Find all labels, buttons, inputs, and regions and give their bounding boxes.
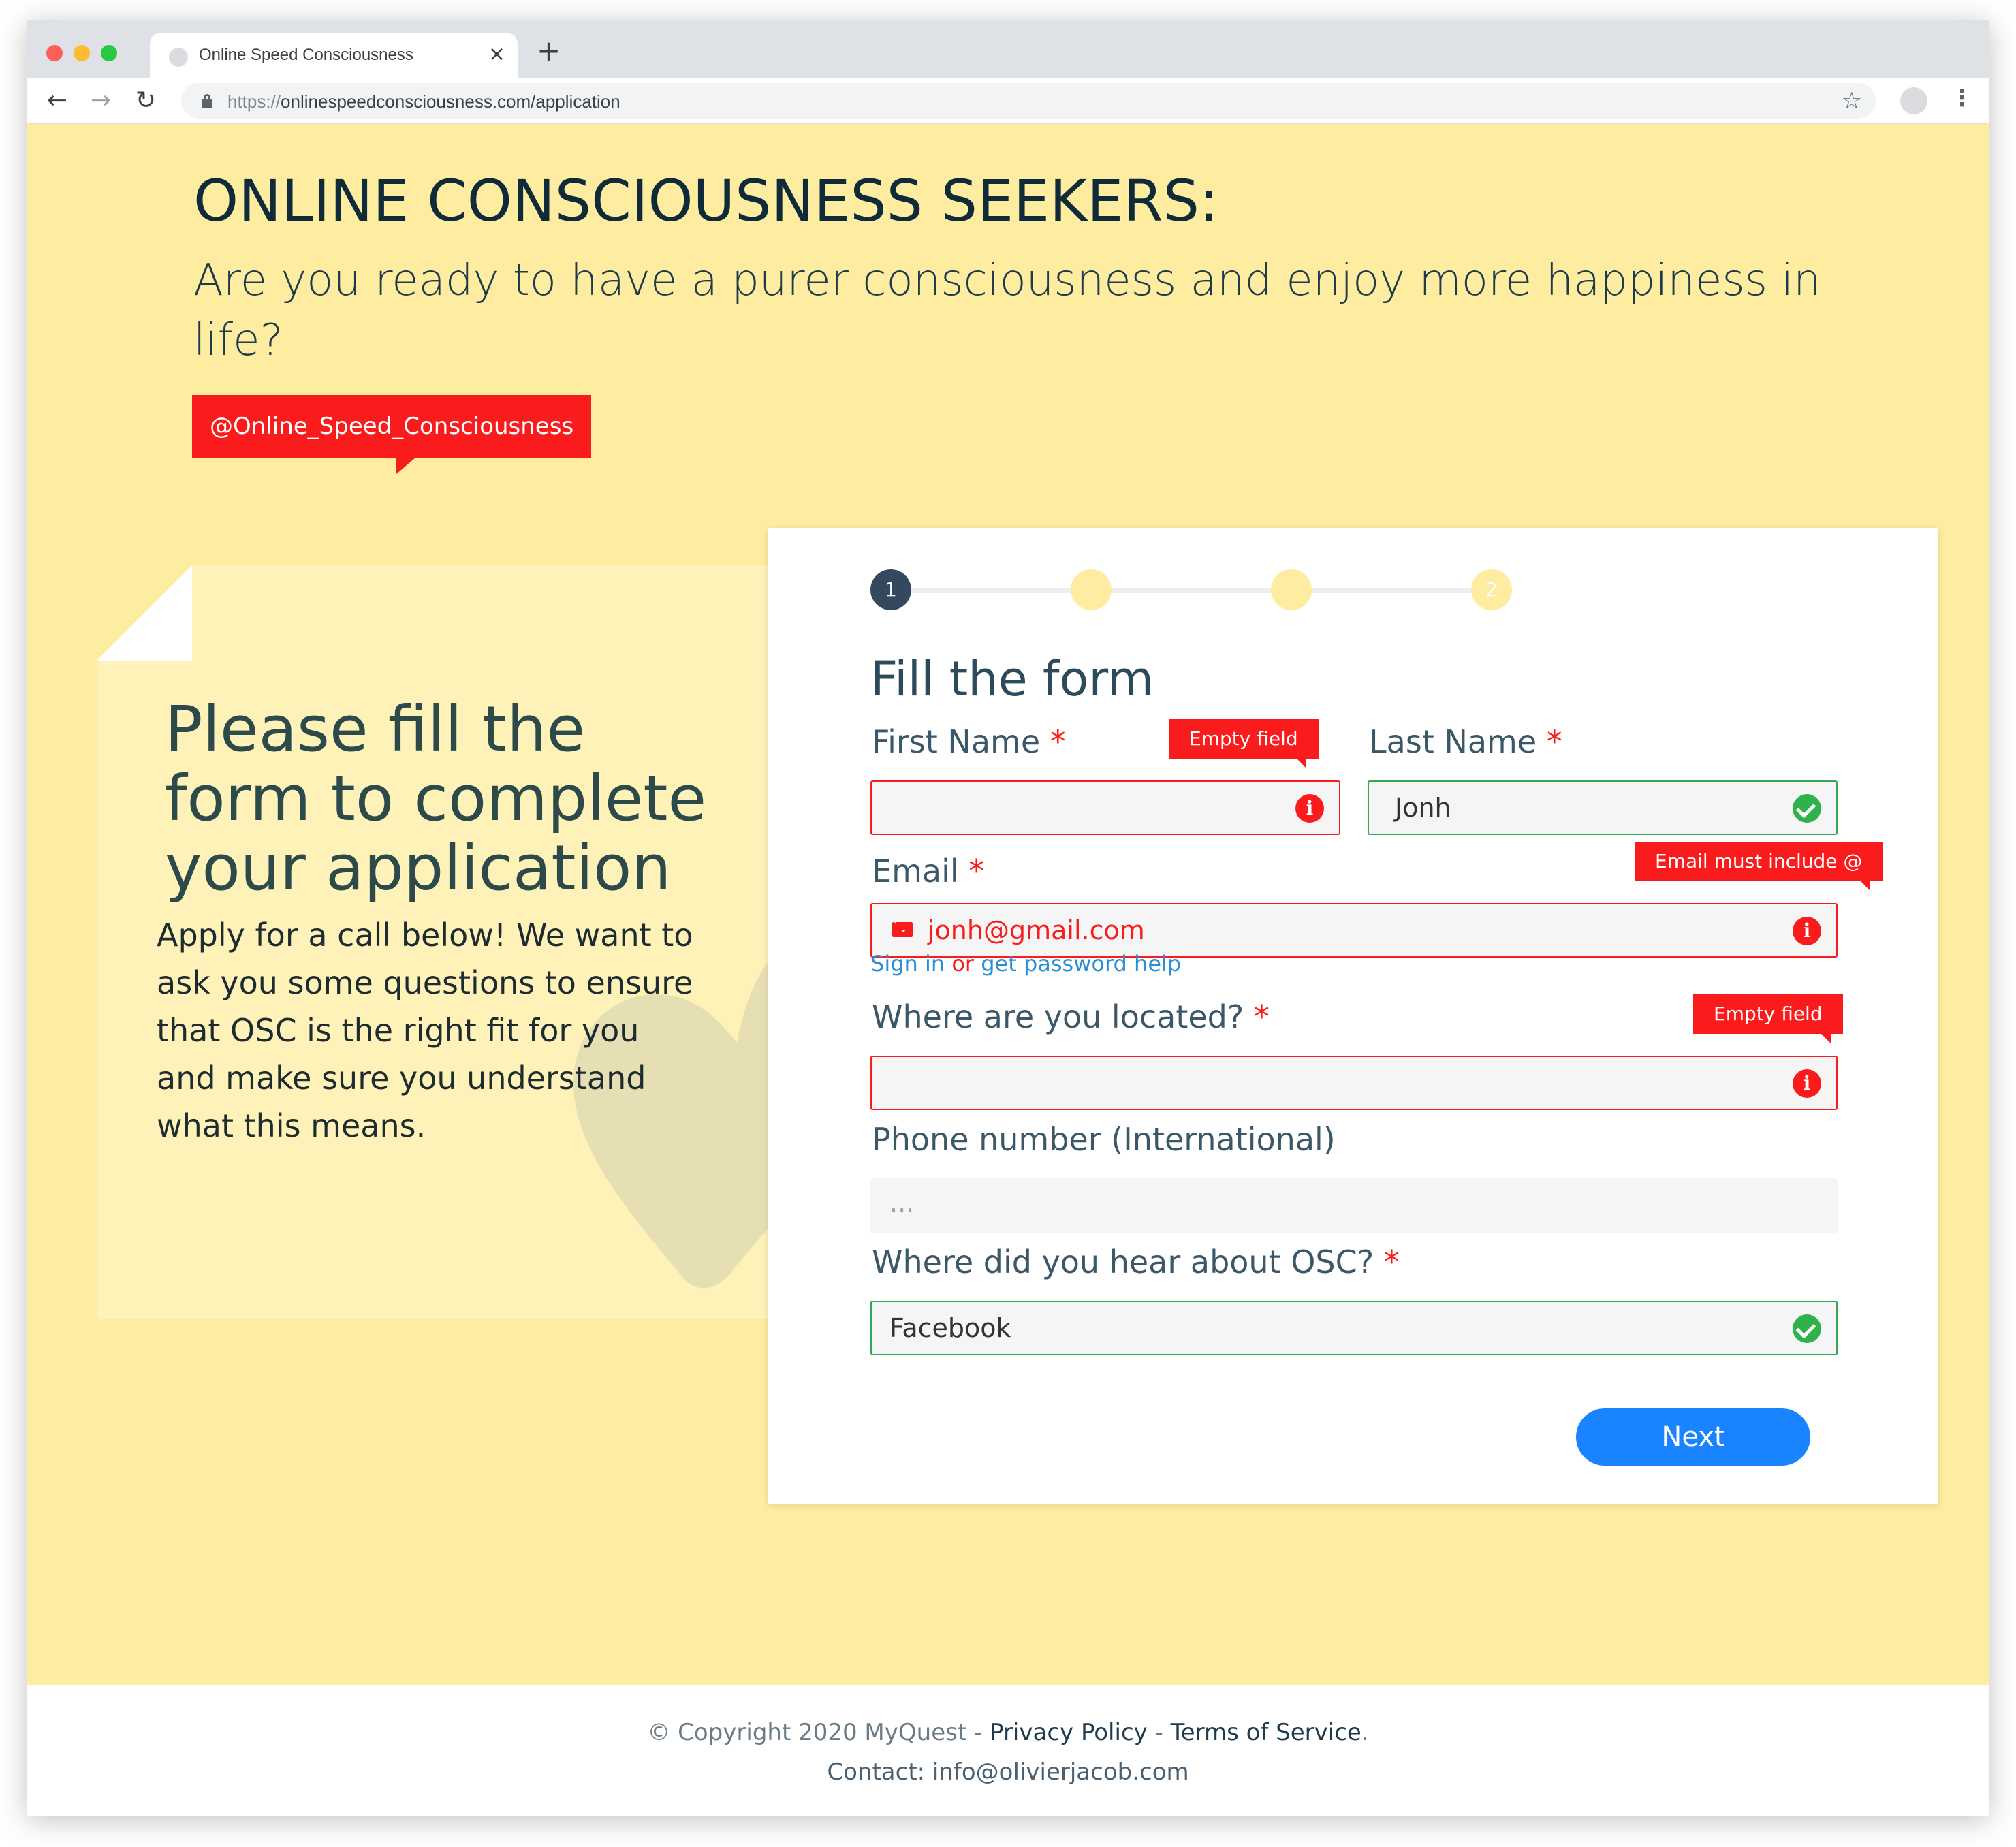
location-label: Where are you located? * — [872, 998, 1270, 1035]
help-or-text: or — [945, 951, 981, 977]
note-title: Please fill the form to complete your ap… — [165, 693, 707, 904]
browser-menu-icon[interactable]: ⋮ — [1951, 84, 1974, 112]
required-mark: * — [1546, 723, 1562, 760]
email-error-tooltip: Email must include @ — [1635, 842, 1883, 891]
source-label-text: Where did you hear about OSC? — [872, 1244, 1374, 1280]
note-folded-corner — [97, 565, 192, 661]
forward-arrow-icon[interactable]: → — [84, 84, 117, 117]
sticky-note: Please fill the form to complete your ap… — [97, 565, 791, 1319]
maximize-window-button[interactable] — [101, 45, 117, 61]
reload-icon[interactable]: ↻ — [129, 84, 162, 117]
browser-tab[interactable]: Online Speed Consciousness × — [150, 33, 518, 78]
browser-toolbar: ← → ↻ https://onlinespeedconsciousness.c… — [27, 78, 1989, 124]
error-info-icon: i — [1295, 794, 1324, 823]
browser-window: Online Speed Consciousness × + ← → ↻ htt… — [27, 20, 1989, 1816]
email-label-text: Email — [872, 853, 959, 889]
social-handle-badge[interactable]: @Online_Speed_Consciousness — [192, 395, 592, 474]
phone-label: Phone number (International) — [872, 1121, 1336, 1158]
source-input[interactable]: Facebook — [870, 1301, 1838, 1355]
privacy-policy-link[interactable]: Privacy Policy — [990, 1719, 1148, 1746]
step-4[interactable]: 2 — [1471, 569, 1512, 610]
location-error-tooltip: Empty field — [1693, 994, 1843, 1043]
lock-icon — [202, 94, 212, 108]
phone-input[interactable]: ... — [870, 1178, 1838, 1233]
error-info-icon: i — [1793, 1069, 1821, 1098]
note-body: Apply for a call below! We want to ask y… — [157, 917, 693, 1144]
step-progress-line — [891, 588, 1490, 593]
copyright-text: © Copyright 2020 MyQuest - — [647, 1719, 990, 1746]
last-name-label-text: Last Name — [1369, 723, 1537, 760]
new-tab-button[interactable]: + — [537, 34, 561, 67]
footer-copyright-line: © Copyright 2020 MyQuest - Privacy Polic… — [27, 1719, 1989, 1746]
error-info-icon: i — [1793, 917, 1821, 945]
tab-close-icon[interactable]: × — [488, 42, 505, 66]
url-protocol: https:// — [227, 91, 281, 112]
password-help-link[interactable]: get password help — [981, 951, 1181, 977]
page-headline: ONLINE CONSCIOUSNESS SEEKERS: — [193, 168, 1219, 234]
form-title: Fill the form — [870, 651, 1154, 707]
email-input[interactable]: jonh@gmail.com i — [870, 903, 1838, 958]
terms-of-service-link[interactable]: Terms of Service — [1171, 1719, 1361, 1746]
footer-dot: . — [1361, 1719, 1369, 1746]
email-value: jonh@gmail.com — [928, 915, 1145, 945]
email-help: Sign in or get password help — [870, 951, 1181, 977]
step-progress: 1 2 — [870, 569, 1512, 610]
first-name-error-tooltip: Empty field — [1169, 719, 1319, 768]
footer-separator: - — [1147, 1719, 1171, 1746]
last-name-value: Jonh — [1395, 793, 1451, 823]
email-label: Email * — [872, 853, 984, 889]
favicon-icon — [169, 48, 188, 67]
first-name-label: First Name * — [872, 723, 1066, 760]
page-body: ONLINE CONSCIOUSNESS SEEKERS: Are you re… — [27, 124, 1989, 1685]
source-label: Where did you hear about OSC? * — [872, 1244, 1400, 1280]
page-subheadline: Are you ready to have a purer consciousn… — [193, 255, 1821, 366]
phone-placeholder: ... — [889, 1188, 915, 1218]
step-1[interactable]: 1 — [870, 569, 911, 610]
step-2[interactable] — [1071, 569, 1112, 610]
tab-bar: Online Speed Consciousness × + — [27, 20, 1989, 78]
mail-icon — [892, 922, 913, 937]
next-button[interactable]: Next — [1576, 1408, 1810, 1466]
tab-title: Online Speed Consciousness — [199, 46, 413, 64]
page-footer: © Copyright 2020 MyQuest - Privacy Polic… — [27, 1685, 1989, 1816]
required-mark: * — [968, 853, 985, 889]
back-arrow-icon[interactable]: ← — [41, 84, 74, 117]
step-3[interactable] — [1271, 569, 1312, 610]
profile-avatar[interactable] — [1900, 87, 1927, 114]
url-path: onlinespeedconsciousness.com/application — [281, 91, 620, 112]
location-label-text: Where are you located? — [872, 998, 1244, 1035]
application-form: 1 2 Fill the form First Name * Empty fie… — [768, 528, 1938, 1504]
last-name-input[interactable]: Jonh — [1368, 780, 1838, 835]
check-icon — [1793, 794, 1821, 823]
check-icon — [1793, 1314, 1821, 1343]
first-name-label-text: First Name — [872, 723, 1041, 760]
last-name-label: Last Name * — [1369, 723, 1562, 760]
location-input[interactable]: i — [870, 1056, 1838, 1110]
footer-contact[interactable]: Contact: info@olivierjacob.com — [27, 1758, 1989, 1786]
minimize-window-button[interactable] — [74, 45, 90, 61]
address-bar[interactable]: https://onlinespeedconsciousness.com/app… — [181, 83, 1876, 119]
bookmark-star-icon[interactable]: ☆ — [1842, 87, 1862, 114]
required-mark: * — [1050, 723, 1066, 760]
source-value: Facebook — [889, 1313, 1011, 1343]
sign-in-link[interactable]: Sign in — [870, 951, 945, 977]
first-name-input[interactable]: i — [870, 780, 1340, 835]
required-mark: * — [1253, 998, 1270, 1035]
url-text: https://onlinespeedconsciousness.com/app… — [227, 91, 620, 112]
required-mark: * — [1383, 1244, 1400, 1280]
close-window-button[interactable] — [46, 45, 63, 61]
